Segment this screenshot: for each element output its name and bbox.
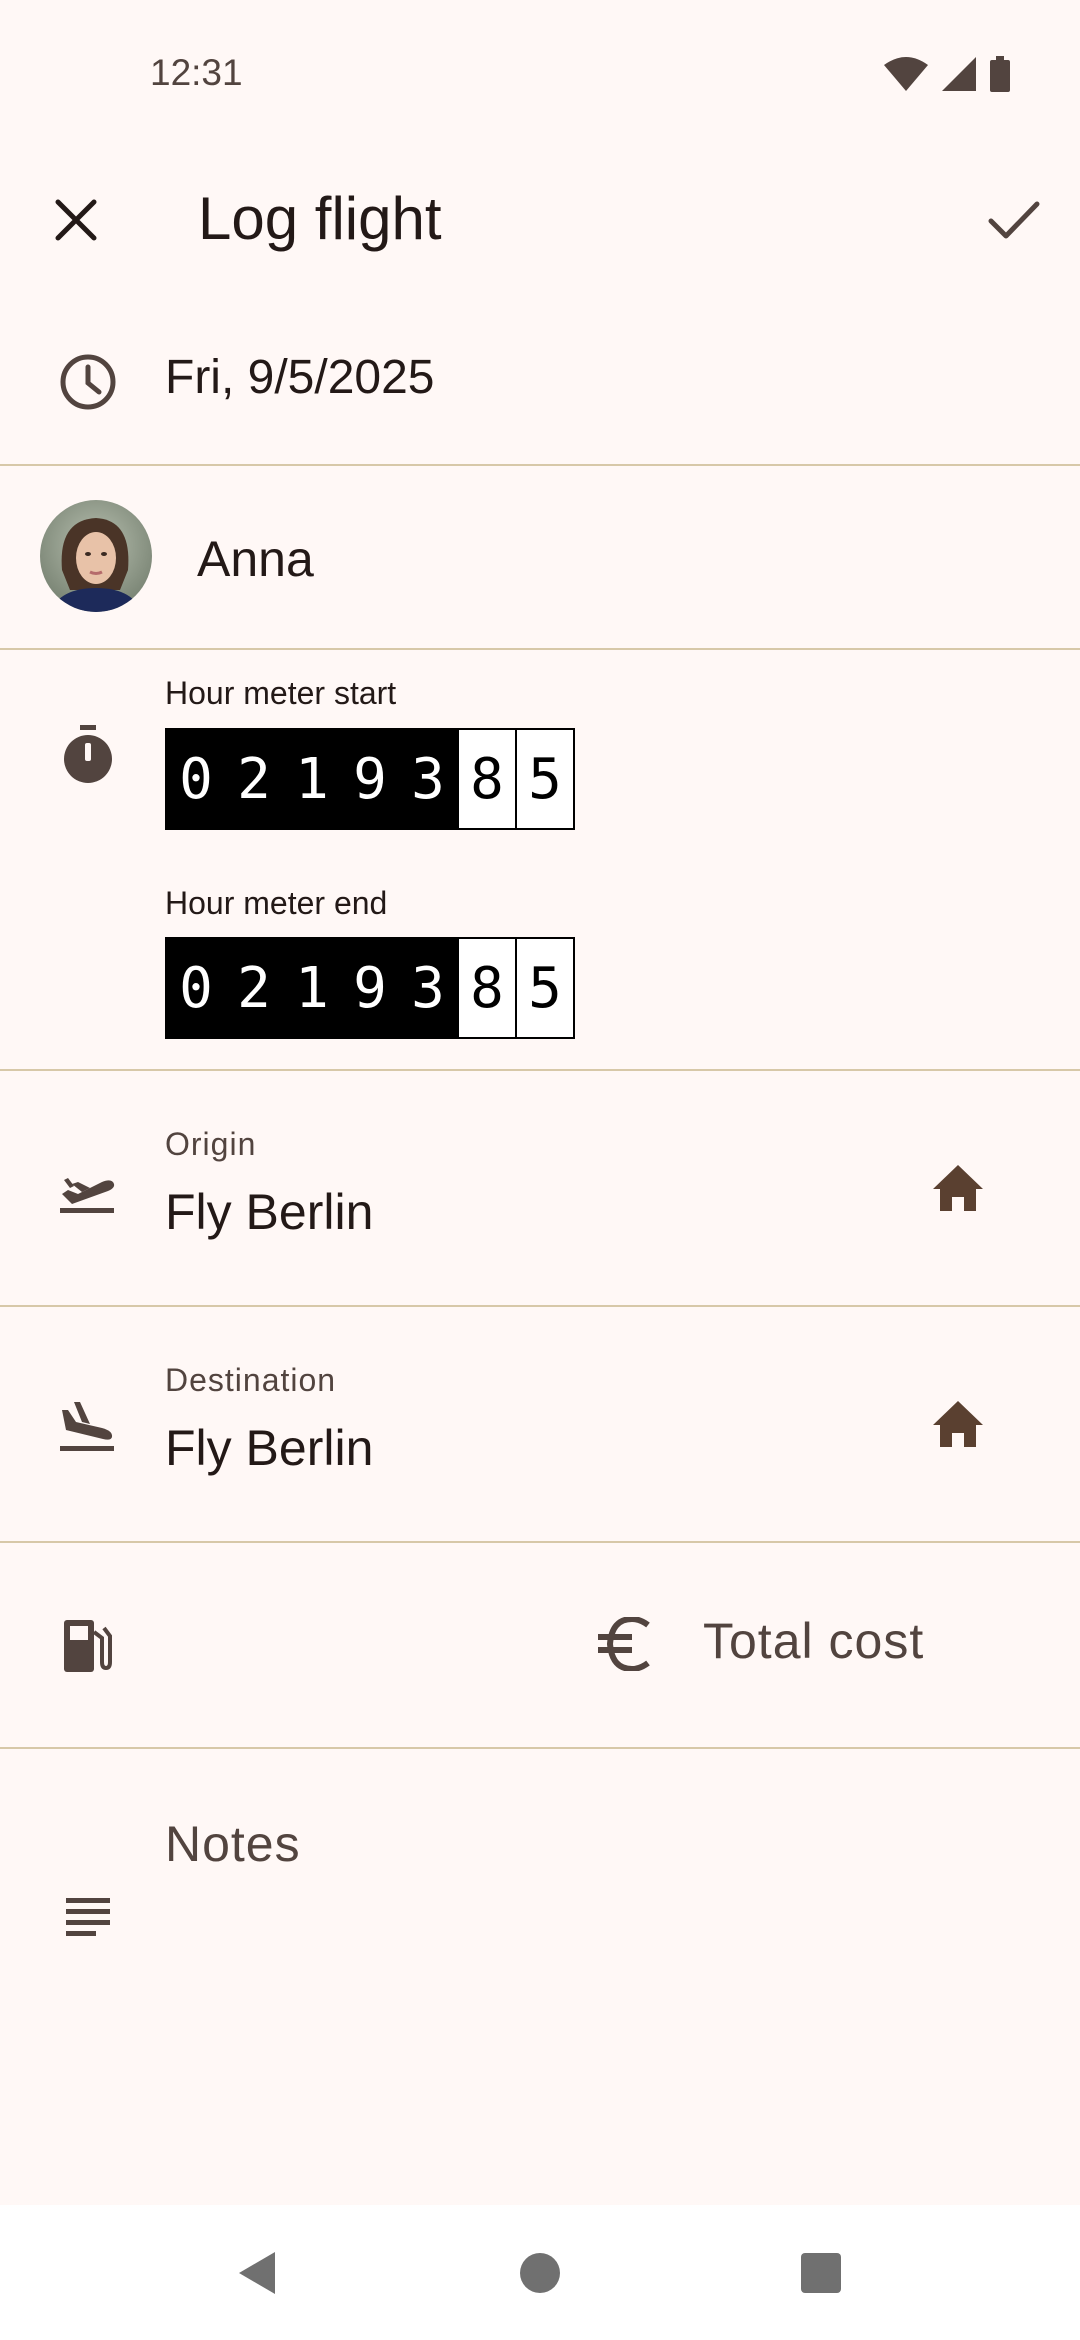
destination-field[interactable]: Fly Berlin: [165, 1419, 373, 1477]
stopwatch-icon: [56, 723, 120, 787]
close-icon: [54, 198, 98, 247]
meter-digit[interactable]: 5: [515, 939, 573, 1037]
meter-digit[interactable]: 8: [457, 939, 515, 1037]
destination-label: Destination: [165, 1362, 337, 1398]
pilot-name[interactable]: Anna: [197, 530, 314, 588]
origin-home-button[interactable]: [918, 1150, 998, 1230]
fuel-input[interactable]: [165, 1600, 565, 1690]
home-icon: [931, 1163, 985, 1218]
meter-digit[interactable]: 5: [515, 730, 573, 828]
page-title: Log flight: [198, 185, 442, 252]
flight-date-field[interactable]: Fri, 9/5/2025: [165, 350, 434, 405]
meter-digit[interactable]: 8: [457, 730, 515, 828]
divider: [0, 1541, 1080, 1543]
save-button[interactable]: [974, 182, 1054, 262]
hour-meter-start[interactable]: 0 2 1 9 3 8 5: [165, 728, 575, 830]
clock-icon: [56, 350, 120, 414]
divider: [0, 648, 1080, 650]
meter-digit[interactable]: 3: [399, 939, 457, 1037]
log-flight-screen: 12:31 Log flight Fri, 9/5/2025 Anna Hour…: [0, 0, 1080, 2340]
meter-digit[interactable]: 1: [283, 939, 341, 1037]
divider: [0, 1305, 1080, 1307]
meter-digit[interactable]: 0: [167, 730, 225, 828]
total-cost-field[interactable]: Total cost: [703, 1612, 924, 1670]
recents-icon: [800, 2252, 842, 2299]
avatar[interactable]: [40, 500, 152, 612]
flight-land-icon: [56, 1394, 120, 1458]
divider: [0, 464, 1080, 466]
destination-home-button[interactable]: [918, 1386, 998, 1466]
notes-icon: [56, 1886, 120, 1950]
status-time: 12:31: [150, 52, 243, 93]
home-circle-icon: [518, 2251, 562, 2300]
meter-digit[interactable]: 1: [283, 730, 341, 828]
meter-digit[interactable]: 3: [399, 730, 457, 828]
notes-field[interactable]: Notes: [165, 1815, 301, 1873]
nav-home-button[interactable]: [505, 2240, 575, 2310]
status-bar: 12:31: [0, 0, 1080, 150]
meter-digit[interactable]: 9: [341, 730, 399, 828]
meter-digit[interactable]: 9: [341, 939, 399, 1037]
cellular-signal-icon: [942, 57, 976, 91]
home-icon: [931, 1399, 985, 1454]
meter-digit[interactable]: 2: [225, 939, 283, 1037]
fuel-icon: [56, 1614, 120, 1678]
close-button[interactable]: [36, 182, 116, 262]
status-icons: [884, 56, 1010, 92]
divider: [0, 1747, 1080, 1749]
top-app-bar: Log flight: [0, 160, 1080, 280]
nav-recents-button[interactable]: [786, 2240, 856, 2310]
system-nav-bar: [0, 2205, 1080, 2340]
back-icon: [235, 2250, 279, 2301]
hour-meter-end[interactable]: 0 2 1 9 3 8 5: [165, 937, 575, 1039]
meter-digit[interactable]: 0: [167, 939, 225, 1037]
divider: [0, 1069, 1080, 1071]
wifi-icon: [884, 57, 928, 91]
euro-icon: [594, 1612, 658, 1676]
origin-label: Origin: [165, 1126, 257, 1162]
flight-takeoff-icon: [56, 1158, 120, 1222]
hour-meter-end-label: Hour meter end: [165, 885, 388, 921]
hour-meter-start-label: Hour meter start: [165, 675, 397, 711]
meter-digit[interactable]: 2: [225, 730, 283, 828]
origin-field[interactable]: Fly Berlin: [165, 1183, 373, 1241]
battery-icon: [990, 56, 1010, 92]
nav-back-button[interactable]: [222, 2240, 292, 2310]
check-icon: [988, 200, 1040, 245]
